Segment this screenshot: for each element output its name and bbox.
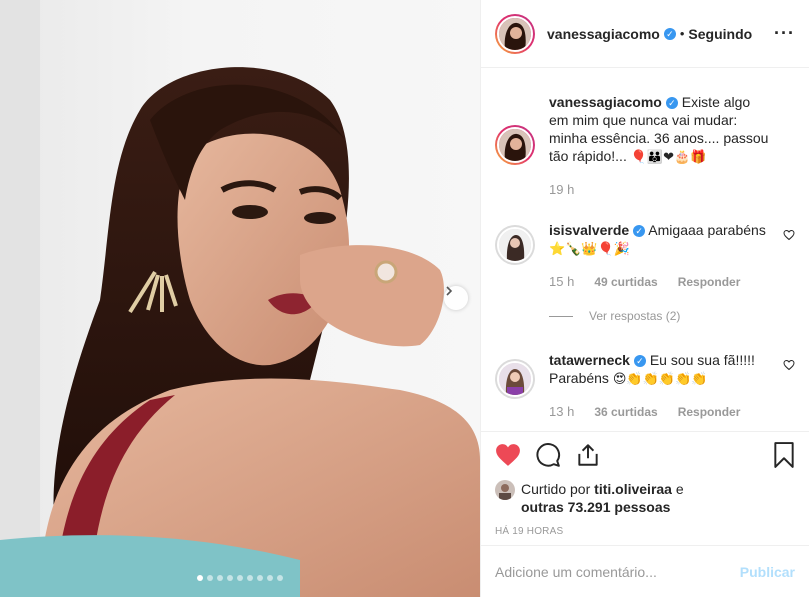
comment-input[interactable] bbox=[495, 563, 740, 580]
comment-time[interactable]: 15 h bbox=[549, 273, 574, 291]
author-username[interactable]: vanessagiacomo bbox=[547, 26, 660, 42]
avatar bbox=[497, 127, 533, 163]
comments-list[interactable]: vanessagiacomo ✓ Existe algo em mim que n… bbox=[481, 69, 809, 431]
heart-filled-icon[interactable] bbox=[495, 443, 521, 470]
carousel-dot bbox=[197, 575, 203, 581]
comment-avatar[interactable] bbox=[495, 359, 535, 399]
verified-icon: ✓ bbox=[633, 355, 646, 368]
carousel-dot bbox=[267, 575, 273, 581]
avatar bbox=[497, 227, 533, 263]
verified-icon: ✓ bbox=[665, 97, 678, 110]
caption-body: vanessagiacomo ✓ Existe algo em mim que n… bbox=[549, 93, 773, 199]
reply-button[interactable]: Responder bbox=[678, 273, 741, 291]
comment-likes[interactable]: 49 curtidas bbox=[594, 273, 657, 291]
post-header: vanessagiacomo ✓ • Seguindo ··· bbox=[481, 0, 809, 68]
avatar bbox=[497, 15, 533, 52]
publish-button[interactable]: Publicar bbox=[740, 564, 795, 580]
comment-username[interactable]: isisvalverde bbox=[549, 222, 629, 238]
comment-body: isisvalverde ✓ Amigaaa parabéns ⭐🍾👑🎈🎉 15 … bbox=[549, 221, 773, 291]
liked-by-user[interactable]: titi.oliveiraa bbox=[594, 481, 672, 497]
liked-by-prefix: Curtido por bbox=[521, 481, 591, 497]
share-icon[interactable] bbox=[575, 442, 601, 471]
carousel-dot bbox=[227, 575, 233, 581]
comment-likes[interactable]: 36 curtidas bbox=[594, 403, 657, 421]
view-replies-button[interactable]: Ver respostas (2) bbox=[549, 309, 795, 323]
more-horizontal-icon[interactable]: ··· bbox=[774, 23, 795, 44]
comment-item: isisvalverde ✓ Amigaaa parabéns ⭐🍾👑🎈🎉 15 … bbox=[495, 221, 795, 291]
avatar bbox=[497, 361, 533, 397]
carousel-indicator bbox=[0, 575, 480, 581]
separator-dot: • bbox=[679, 26, 685, 41]
post-sidebar: vanessagiacomo ✓ • Seguindo ··· vanessag… bbox=[480, 0, 809, 597]
comment-icon[interactable] bbox=[535, 442, 561, 471]
post-photo[interactable] bbox=[0, 0, 480, 597]
comment-avatar[interactable] bbox=[495, 225, 535, 265]
verified-icon: ✓ bbox=[663, 27, 676, 40]
carousel-dot bbox=[207, 575, 213, 581]
caption-meta: 19 h bbox=[549, 181, 773, 199]
comment-item: tatawerneck ✓ Eu sou sua fã!!!!! Parabéns… bbox=[495, 351, 795, 421]
comment-emojis: 😍👏👏👏👏👏 bbox=[612, 372, 708, 387]
comment-body: tatawerneck ✓ Eu sou sua fã!!!!! Parabéns… bbox=[549, 351, 773, 421]
verified-icon: ✓ bbox=[633, 225, 646, 238]
comment-emojis: ⭐🍾👑🎈🎉 bbox=[549, 242, 630, 257]
caption-avatar[interactable] bbox=[495, 125, 535, 165]
liked-by-others[interactable]: outras 73.291 pessoas bbox=[521, 499, 670, 515]
comment-text: Amigaaa parabéns bbox=[648, 222, 766, 238]
carousel-next-button[interactable] bbox=[444, 286, 468, 310]
caption: vanessagiacomo ✓ Existe algo em mim que n… bbox=[495, 93, 795, 199]
caption-username[interactable]: vanessagiacomo bbox=[549, 94, 662, 110]
view-replies-label: Ver respostas (2) bbox=[589, 309, 681, 323]
replies-line bbox=[549, 315, 573, 317]
likes-text: Curtido por titi.oliveiraa e outras 73.2… bbox=[521, 480, 684, 516]
comment-like-icon[interactable] bbox=[783, 359, 795, 374]
carousel-dot bbox=[217, 575, 223, 581]
comment-username[interactable]: tatawerneck bbox=[549, 352, 630, 368]
post-actions: Curtido por titi.oliveiraa e outras 73.2… bbox=[481, 431, 809, 537]
comment-meta: 13 h 36 curtidas Responder bbox=[549, 403, 773, 421]
carousel-dot bbox=[257, 575, 263, 581]
carousel-dot bbox=[247, 575, 253, 581]
add-comment-bar: Publicar bbox=[481, 545, 809, 597]
liker-avatar[interactable] bbox=[495, 480, 515, 500]
action-icons bbox=[495, 432, 795, 480]
follow-status-button[interactable]: Seguindo bbox=[688, 26, 752, 42]
author-avatar-ring[interactable] bbox=[495, 13, 535, 54]
carousel-dot bbox=[277, 575, 283, 581]
caption-time[interactable]: 19 h bbox=[549, 181, 574, 199]
reply-button[interactable]: Responder bbox=[678, 403, 741, 421]
comment-like-icon[interactable] bbox=[783, 229, 795, 244]
caption-emojis: 🎈👪❤🎂🎁 bbox=[630, 150, 707, 165]
likes-summary: Curtido por titi.oliveiraa e outras 73.2… bbox=[495, 480, 795, 516]
comment-time[interactable]: 13 h bbox=[549, 403, 574, 421]
bookmark-icon[interactable] bbox=[773, 441, 795, 471]
comment-meta: 15 h 49 curtidas Responder bbox=[549, 273, 773, 291]
carousel-dot bbox=[237, 575, 243, 581]
liked-by-and: e bbox=[675, 481, 684, 497]
portrait-image bbox=[0, 0, 480, 597]
post-time-ago[interactable]: HÁ 19 HORAS bbox=[495, 526, 795, 537]
